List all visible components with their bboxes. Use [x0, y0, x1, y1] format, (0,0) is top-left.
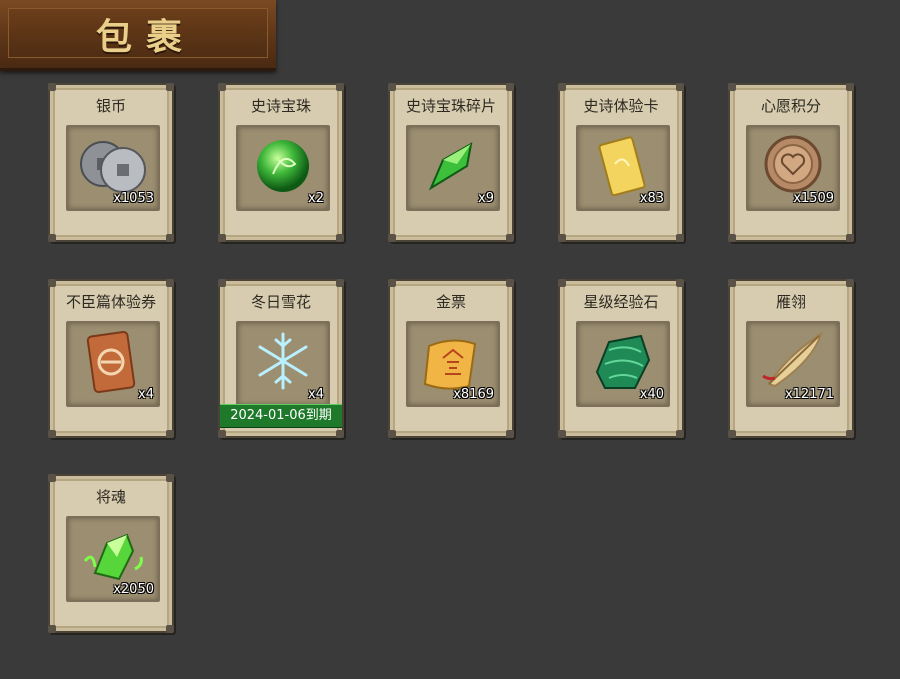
item-card-general-soul[interactable]: 将魂 x2050: [48, 474, 174, 633]
item-count: x2: [308, 191, 324, 206]
item-slot: x1053: [66, 125, 160, 211]
item-slot: x40: [576, 321, 670, 407]
item-slot: x12171: [746, 321, 840, 407]
expiry-banner: 2024-01-06到期: [220, 404, 342, 428]
item-name: 银币: [95, 97, 126, 115]
item-card-trial-voucher[interactable]: 不臣篇体验券 x4: [48, 279, 174, 438]
item-name: 将魂: [95, 488, 126, 506]
item-name: 史诗宝珠碎片: [405, 97, 496, 115]
item-count: x2050: [113, 582, 154, 597]
item-name: 史诗宝珠: [250, 97, 311, 115]
item-slot: x1509: [746, 125, 840, 211]
item-name: 星级经验石: [583, 293, 659, 311]
item-card-goose-feather[interactable]: 雁翎 x12171: [728, 279, 854, 438]
item-count: x1509: [793, 191, 834, 206]
item-card-epic-orb-shard[interactable]: 史诗宝珠碎片 x9: [388, 83, 514, 242]
item-count: x83: [639, 191, 664, 206]
item-name: 金票: [435, 293, 466, 311]
window-title-plate: 包裹: [0, 0, 276, 71]
item-name: 雁翎: [775, 293, 806, 311]
item-slot: x8169: [406, 321, 500, 407]
item-card-wish-points[interactable]: 心愿积分 x1509: [728, 83, 854, 242]
item-slot: x9: [406, 125, 500, 211]
item-slot: x2050: [66, 516, 160, 602]
item-slot: x2: [236, 125, 330, 211]
window-title: 包裹: [96, 16, 197, 58]
item-name: 史诗体验卡: [583, 97, 659, 115]
item-card-winter-snowflake[interactable]: 冬日雪花 x4 2024-01-06到期: [218, 279, 344, 438]
item-card-gold-ticket[interactable]: 金票 x8169: [388, 279, 514, 438]
item-count: x1053: [113, 191, 154, 206]
item-count: x4: [308, 387, 324, 402]
item-name: 不臣篇体验券: [65, 293, 156, 311]
item-slot: x83: [576, 125, 670, 211]
item-slot: x4: [66, 321, 160, 407]
item-count: x9: [478, 191, 494, 206]
item-count: x8169: [453, 387, 494, 402]
item-card-epic-trial-card[interactable]: 史诗体验卡 x83: [558, 83, 684, 242]
item-count: x12171: [784, 387, 834, 402]
item-slot: x4: [236, 321, 330, 407]
item-card-silver-coins[interactable]: 银币 x1053: [48, 83, 174, 242]
item-name: 冬日雪花: [250, 293, 311, 311]
item-count: x4: [138, 387, 154, 402]
item-card-epic-orb[interactable]: 史诗宝珠 x2: [218, 83, 344, 242]
item-count: x40: [639, 387, 664, 402]
item-name: 心愿积分: [760, 97, 821, 115]
item-card-star-exp-stone[interactable]: 星级经验石 x40: [558, 279, 684, 438]
